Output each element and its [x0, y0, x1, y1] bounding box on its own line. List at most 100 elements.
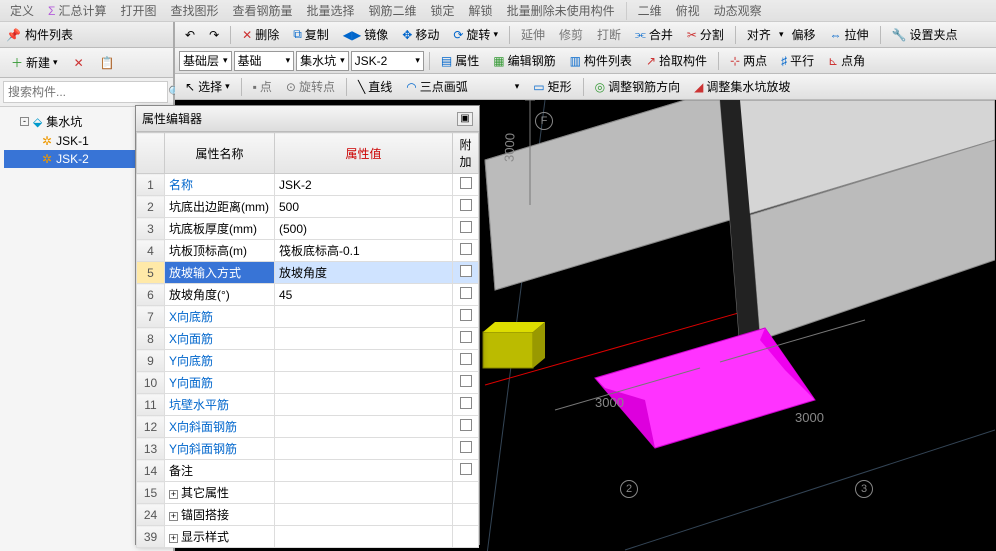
prop-value[interactable]: [275, 394, 453, 416]
property-row[interactable]: 3坑底板厚度(mm)(500): [137, 218, 479, 240]
top-item[interactable]: 定义: [4, 0, 40, 22]
prop-value[interactable]: [275, 328, 453, 350]
top-item[interactable]: 批量删除未使用构件: [501, 0, 621, 22]
prop-name[interactable]: Y向斜面钢筋: [165, 438, 275, 460]
property-editor-titlebar[interactable]: 属性编辑器 ▣: [136, 106, 479, 132]
redo-icon[interactable]: ↷: [203, 25, 225, 45]
grip-button[interactable]: 🔧设置夹点: [886, 23, 964, 46]
prop-value[interactable]: [275, 504, 453, 526]
delete-x-button[interactable]: ✕: [68, 53, 90, 73]
prop-value[interactable]: [275, 416, 453, 438]
point-button[interactable]: ▪点: [247, 75, 278, 98]
top-item[interactable]: 查找图形: [164, 0, 224, 22]
expand-icon[interactable]: +: [169, 490, 178, 499]
property-row[interactable]: 2坑底出边距离(mm)500: [137, 196, 479, 218]
prop-extra[interactable]: [453, 284, 479, 306]
property-row[interactable]: 10Y向面筋: [137, 372, 479, 394]
property-row[interactable]: 39+显示样式: [137, 526, 479, 548]
checkbox-icon[interactable]: [460, 331, 472, 343]
prop-extra[interactable]: [453, 372, 479, 394]
prop-extra[interactable]: [453, 174, 479, 196]
prop-value[interactable]: [275, 350, 453, 372]
prop-name[interactable]: 放坡输入方式: [165, 262, 275, 284]
new-button[interactable]: ＋新建▾: [5, 51, 64, 74]
align-button[interactable]: 对齐: [741, 23, 777, 46]
slope-button[interactable]: ◢调整集水坑放坡: [688, 75, 796, 98]
layer-dropdown[interactable]: 基础层▾: [179, 51, 232, 71]
top-item[interactable]: 动态观察: [708, 0, 768, 22]
prop-value[interactable]: 45: [275, 284, 453, 306]
prop-name[interactable]: 坑底板厚度(mm): [165, 218, 275, 240]
prop-value[interactable]: [275, 526, 453, 548]
top-item[interactable]: 锁定: [425, 0, 461, 22]
corner-button[interactable]: ⊾点角: [822, 49, 871, 72]
line-button[interactable]: ╲直线: [352, 75, 398, 98]
type-dropdown[interactable]: 基础▾: [234, 51, 295, 71]
expand-icon[interactable]: +: [169, 512, 178, 521]
top-item[interactable]: 钢筋二维: [363, 0, 423, 22]
top-item[interactable]: 解锁: [463, 0, 499, 22]
adjust-button[interactable]: ◎调整钢筋方向: [589, 75, 687, 98]
property-row[interactable]: 14备注: [137, 460, 479, 482]
prop-name[interactable]: 坑板顶标高(m): [165, 240, 275, 262]
property-row[interactable]: 5放坡输入方式放坡角度: [137, 262, 479, 284]
col-name[interactable]: 属性名称: [165, 133, 275, 174]
prop-value[interactable]: [275, 438, 453, 460]
checkbox-icon[interactable]: [460, 265, 472, 277]
pin-icon[interactable]: 📌: [6, 28, 21, 42]
move-button[interactable]: ✥移动: [396, 23, 445, 46]
property-row[interactable]: 13Y向斜面钢筋: [137, 438, 479, 460]
merge-button[interactable]: ⫘合并: [629, 23, 679, 46]
checkbox-icon[interactable]: [460, 243, 472, 255]
checkbox-icon[interactable]: [460, 221, 472, 233]
property-row[interactable]: 8X向面筋: [137, 328, 479, 350]
undo-icon[interactable]: ↶: [179, 25, 201, 45]
copy-icon[interactable]: 📋: [94, 53, 121, 73]
prop-extra[interactable]: [453, 240, 479, 262]
checkbox-icon[interactable]: [460, 177, 472, 189]
prop-name[interactable]: 坑底出边距离(mm): [165, 196, 275, 218]
arc-button[interactable]: ◠三点画弧▾: [400, 75, 525, 98]
checkbox-icon[interactable]: [460, 463, 472, 475]
prop-value[interactable]: JSK-2: [275, 174, 453, 196]
prop-value[interactable]: [275, 482, 453, 504]
property-row[interactable]: 15+其它属性: [137, 482, 479, 504]
prop-button[interactable]: ▤属性: [435, 49, 485, 72]
checkbox-icon[interactable]: [460, 397, 472, 409]
trim-button[interactable]: 修剪: [553, 23, 589, 46]
prop-extra[interactable]: [453, 416, 479, 438]
prop-value[interactable]: 500: [275, 196, 453, 218]
top-item[interactable]: 俯视: [670, 0, 706, 22]
item-dropdown[interactable]: JSK-2▾: [351, 51, 424, 71]
col-value[interactable]: 属性值: [275, 133, 453, 174]
property-row[interactable]: 4坑板顶标高(m)筏板底标高-0.1: [137, 240, 479, 262]
parallel-button[interactable]: ♯平行: [775, 49, 820, 72]
prop-extra[interactable]: [453, 306, 479, 328]
prop-name[interactable]: 备注: [165, 460, 275, 482]
top-item[interactable]: 二维: [632, 0, 668, 22]
prop-value[interactable]: (500): [275, 218, 453, 240]
property-row[interactable]: 12X向斜面钢筋: [137, 416, 479, 438]
checkbox-icon[interactable]: [460, 309, 472, 321]
mirror-button[interactable]: ◀▶镜像: [337, 23, 394, 46]
checkbox-icon[interactable]: [460, 353, 472, 365]
copy-button[interactable]: ⧉复制: [287, 23, 335, 46]
property-row[interactable]: 11坑壁水平筋: [137, 394, 479, 416]
prop-name[interactable]: +其它属性: [165, 482, 275, 504]
prop-extra[interactable]: [453, 482, 479, 504]
top-item[interactable]: 打开图: [114, 0, 162, 22]
expand-icon[interactable]: +: [169, 534, 178, 543]
split-button[interactable]: ✂分割: [681, 23, 730, 46]
top-item[interactable]: 批量选择: [301, 0, 361, 22]
prop-extra[interactable]: [453, 196, 479, 218]
top-item[interactable]: 查看钢筋量: [226, 0, 298, 22]
prop-extra[interactable]: [453, 218, 479, 240]
extend-button[interactable]: 延伸: [515, 23, 551, 46]
select-button[interactable]: ↖选择▾: [179, 75, 236, 98]
p2-button[interactable]: ⊹两点: [724, 49, 773, 72]
prop-name[interactable]: +锚固搭接: [165, 504, 275, 526]
checkbox-icon[interactable]: [460, 441, 472, 453]
property-row[interactable]: 6放坡角度(°)45: [137, 284, 479, 306]
checkbox-icon[interactable]: [460, 375, 472, 387]
prop-extra[interactable]: [453, 504, 479, 526]
